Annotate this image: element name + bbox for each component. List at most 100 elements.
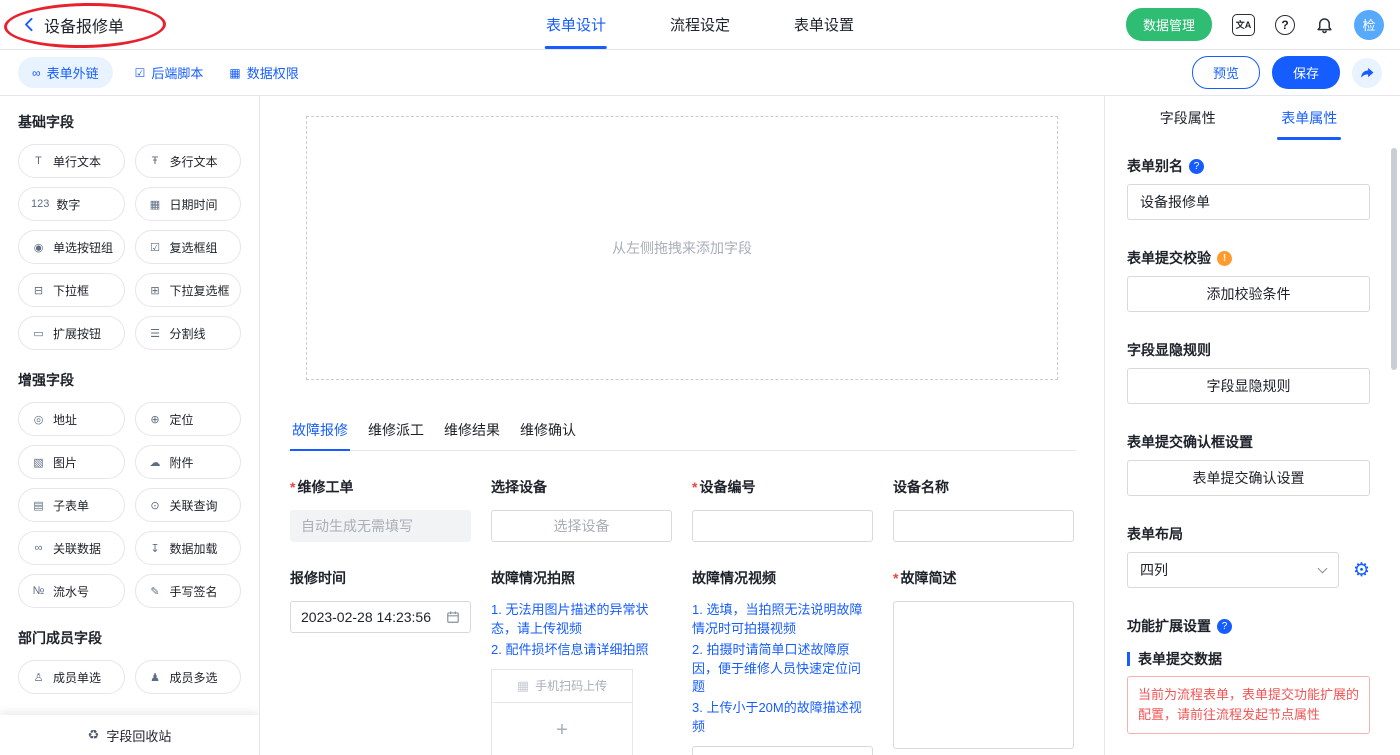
fault-brief-textarea[interactable] [893, 601, 1074, 749]
header-tab-1[interactable]: 表单设计 [546, 0, 606, 49]
sidebar-field-label: 关联查询 [170, 497, 218, 514]
panel-tab-1[interactable]: 字段属性 [1158, 96, 1218, 140]
sidebar-field-attachment[interactable]: ☁附件 [135, 445, 242, 479]
back-button[interactable] [16, 12, 42, 38]
sidebar-field-multi-select[interactable]: ⊞下拉复选框 [135, 273, 242, 307]
canvas-tab-1[interactable]: 故障报修 [290, 414, 350, 450]
scrollbar[interactable] [1391, 148, 1397, 370]
warning-icon[interactable]: ! [1217, 251, 1232, 266]
dropzone-hint: 从左侧拖拽来添加字段 [612, 238, 752, 258]
sidebar-field-linked-data[interactable]: ∞关联数据 [18, 531, 125, 565]
field-device-no[interactable]: *设备编号 [692, 477, 873, 542]
device-no-label: *设备编号 [692, 477, 873, 497]
report-time-label: 报修时间 [290, 568, 471, 588]
field-report-time[interactable]: 报修时间 2023-02-28 14:23:56 [290, 568, 471, 755]
sidebar-field-select[interactable]: ⊟下拉框 [18, 273, 125, 307]
sidebar-field-extend-button[interactable]: ▭扩展按钮 [18, 316, 125, 350]
toolbar-link-1[interactable]: ∞表单外链 [18, 57, 113, 88]
sidebar-field-signature[interactable]: ✎手写签名 [135, 574, 242, 608]
translate-icon[interactable]: 文A [1232, 14, 1255, 36]
sidebar-field-serial-number[interactable]: № 流水号 [18, 574, 125, 608]
sidebar-field-label: 单行文本 [53, 153, 101, 170]
attachment-upload-button[interactable]: ☁ 点击或拖拽附件上传 [692, 746, 873, 755]
plus-icon: + [556, 719, 568, 742]
sidebar-field-location[interactable]: ⊕定位 [135, 402, 242, 436]
dropzone[interactable]: 从左侧拖拽来添加字段 [306, 116, 1058, 380]
field-fault-brief[interactable]: *故障简述 [893, 568, 1074, 755]
canvas-tabs: 故障报修维修派工维修结果维修确认 [288, 414, 1076, 451]
canvas-tab-4[interactable]: 维修确认 [518, 414, 578, 450]
toolbar-link-2[interactable]: ☑后端脚本 [135, 63, 204, 82]
field-visibility-button[interactable]: 字段显隐规则 [1127, 368, 1370, 404]
sidebar-field-label: 图片 [53, 454, 77, 471]
field-sidebar: 基础字段T单行文本Ŧ多行文本123数字▦日期时间◉单选按钮组☑复选框组⊟下拉框⊞… [0, 96, 260, 755]
work-order-label: *维修工单 [290, 477, 471, 497]
device-name-input[interactable] [893, 510, 1074, 542]
sidebar-field-data-load[interactable]: ↧数据加载 [135, 531, 242, 565]
canvas-tab-2[interactable]: 维修派工 [366, 414, 426, 450]
submit-confirm-button[interactable]: 表单提交确认设置 [1127, 460, 1370, 496]
share-button[interactable] [1352, 58, 1382, 88]
sidebar-field-address[interactable]: ◎地址 [18, 402, 125, 436]
header-tab-3[interactable]: 表单设置 [794, 0, 854, 49]
question-icon[interactable]: ? [1217, 619, 1232, 634]
photo-upload-button[interactable]: + [491, 702, 633, 755]
data-manage-button[interactable]: 数据管理 [1126, 8, 1212, 41]
sidebar-field-checkbox-group[interactable]: ☑复选框组 [135, 230, 242, 264]
member-multi-icon: ♟ [148, 671, 163, 684]
report-time-input[interactable]: 2023-02-28 14:23:56 [290, 601, 471, 633]
signature-icon: ✎ [148, 585, 163, 598]
header-tab-2[interactable]: 流程设定 [670, 0, 730, 49]
sidebar-field-lookup[interactable]: ⊙关联查询 [135, 488, 242, 522]
sidebar-section-title: 部门成员字段 [18, 628, 241, 648]
qr-scan-upload[interactable]: ▦ 手机扫码上传 [491, 669, 633, 703]
select-device-input[interactable]: 选择设备 [491, 510, 672, 542]
sidebar-field-multi-line-text[interactable]: Ŧ多行文本 [135, 144, 242, 178]
field-work-order[interactable]: *维修工单 自动生成无需填写 [290, 477, 471, 542]
field-device-name[interactable]: 设备名称 [893, 477, 1074, 542]
calendar-icon [446, 610, 460, 624]
panel-tab-2[interactable]: 表单属性 [1279, 96, 1339, 140]
bell-icon[interactable] [1315, 15, 1334, 34]
toolbar-link-3[interactable]: ▦数据权限 [229, 63, 298, 82]
layout-select[interactable]: 四列 [1127, 552, 1339, 588]
preview-button[interactable]: 预览 [1192, 56, 1260, 89]
help-icon[interactable]: ? [1275, 15, 1295, 35]
save-button[interactable]: 保存 [1272, 56, 1340, 89]
field-select-device[interactable]: 选择设备 选择设备 [491, 477, 672, 542]
field-fault-photo[interactable]: 故障情况拍照 1. 无法用图片描述的异常状态，请上传视频2. 配件损坏信息请详细… [491, 568, 672, 755]
sidebar-field-single-line-text[interactable]: T单行文本 [18, 144, 125, 178]
sidebar-field-radio-group[interactable]: ◉单选按钮组 [18, 230, 125, 264]
multi-select-icon: ⊞ [148, 284, 163, 297]
serial-number-icon: № [31, 585, 46, 597]
sidebar-field-divider[interactable]: ☰分割线 [135, 316, 242, 350]
field-fault-video[interactable]: 故障情况视频 1. 选填，当拍照无法说明故障情况时可拍摄视频2. 拍摄时请简单口… [692, 568, 873, 755]
sidebar-field-label: 地址 [53, 411, 77, 428]
sidebar-field-member-single[interactable]: ♙成员单选 [18, 660, 125, 694]
sidebar-field-member-multi[interactable]: ♟成员多选 [135, 660, 242, 694]
qr-code-icon: ▦ [517, 678, 529, 694]
form-grid: *维修工单 自动生成无需填写 选择设备 选择设备 *设备编号 设备名称 [288, 477, 1076, 755]
sidebar-field-number[interactable]: 123数字 [18, 187, 125, 221]
scan-upload-label: 手机扫码上传 [535, 677, 607, 694]
question-icon[interactable]: ? [1189, 159, 1204, 174]
sidebar-field-label: 单选按钮组 [53, 239, 113, 256]
field-recycle-bin[interactable]: ♻ 字段回收站 [0, 715, 259, 755]
avatar[interactable]: 检 [1354, 10, 1384, 40]
add-validation-button[interactable]: 添加校验条件 [1127, 276, 1370, 312]
sidebar-field-label: 扩展按钮 [53, 325, 101, 342]
sidebar-field-image[interactable]: ▧ 图片 [18, 445, 125, 479]
required-mark: * [893, 570, 898, 586]
device-no-input[interactable] [692, 510, 873, 542]
form-alias-input[interactable]: 设备报修单 [1127, 184, 1370, 220]
gear-icon[interactable]: ⚙ [1353, 561, 1370, 580]
image-icon: ▧ [31, 456, 46, 469]
sidebar-field-subform[interactable]: ▤子表单 [18, 488, 125, 522]
sidebar-field-label: 分割线 [170, 325, 206, 342]
header-tabs: 表单设计 流程设定 表单设置 [546, 0, 854, 49]
toolbar-link-label: 表单外链 [47, 63, 99, 82]
video-hints: 1. 选填，当拍照无法说明故障情况时可拍摄视频2. 拍摄时请简单口述故障原因，便… [692, 601, 873, 737]
canvas-tab-3[interactable]: 维修结果 [442, 414, 502, 450]
sidebar-field-datetime[interactable]: ▦日期时间 [135, 187, 242, 221]
sidebar-field-label: 流水号 [53, 583, 89, 600]
